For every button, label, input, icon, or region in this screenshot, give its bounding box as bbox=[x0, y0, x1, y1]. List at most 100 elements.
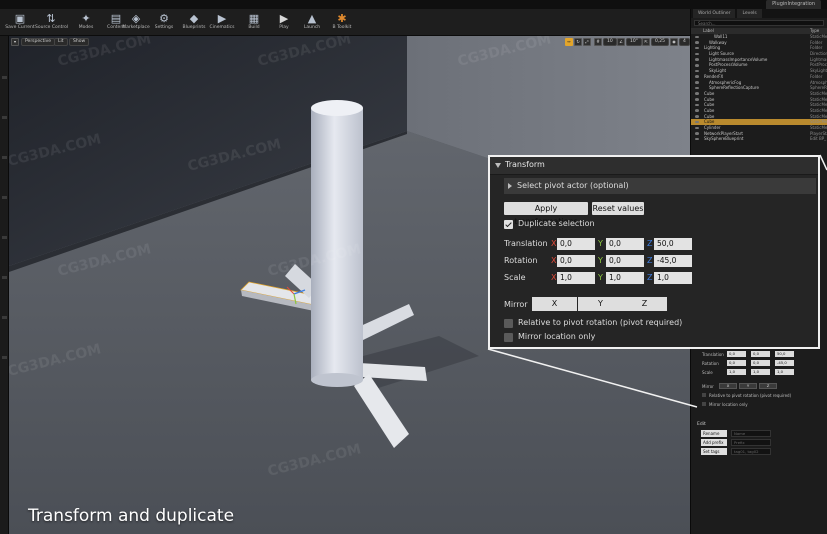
translation-z-axis: Z bbox=[647, 239, 653, 248]
mini-rotation-x[interactable]: 0,0 bbox=[727, 360, 746, 366]
show-dropdown[interactable]: Show bbox=[69, 38, 90, 46]
camera-speed-icon[interactable]: ◉ bbox=[670, 38, 678, 46]
duplicate-selection-checkbox[interactable] bbox=[504, 220, 513, 229]
rotation-z-field[interactable]: -45,0 bbox=[654, 255, 692, 267]
rotation-y-field[interactable]: 0,0 bbox=[606, 255, 644, 267]
mini-scale-z[interactable]: 1,0 bbox=[775, 369, 794, 375]
toolbar-button-b-toolkit[interactable]: ✱ B Toolkit bbox=[326, 11, 358, 35]
scale-snap-icon[interactable]: ⇱ bbox=[642, 38, 650, 46]
mini-rotation-z[interactable]: -45,0 bbox=[775, 360, 794, 366]
rotation-y-axis: Y bbox=[598, 256, 603, 265]
visibility-eye-icon[interactable] bbox=[695, 46, 699, 50]
visibility-eye-icon[interactable] bbox=[695, 132, 699, 135]
mini-rotation-y[interactable]: 0,0 bbox=[751, 360, 770, 366]
grid-snap-icon[interactable]: # bbox=[594, 38, 602, 46]
mini-translation-z[interactable]: 50,0 bbox=[775, 351, 794, 357]
translation-z-field[interactable]: 50,0 bbox=[654, 238, 692, 250]
visibility-eye-icon[interactable] bbox=[695, 103, 699, 107]
translation-y-field[interactable]: 0,0 bbox=[606, 238, 644, 250]
mini-translation-label: Translation bbox=[702, 352, 724, 357]
scale-z-field[interactable]: 1,0 bbox=[654, 272, 692, 284]
toolbar-button-build[interactable]: ▦ Build bbox=[238, 11, 270, 35]
mini-translation-y[interactable]: 0,0 bbox=[751, 351, 770, 357]
reset-values-button[interactable]: Reset values bbox=[592, 202, 644, 215]
mini-mirror-location-checkbox[interactable] bbox=[702, 402, 706, 406]
rotation-x-field[interactable]: 0,0 bbox=[557, 255, 595, 267]
visibility-eye-icon[interactable] bbox=[695, 109, 699, 113]
pivot-actor-selector[interactable]: Select pivot actor (optional) bbox=[504, 178, 816, 194]
visibility-eye-icon[interactable] bbox=[695, 41, 699, 44]
toolbar-button-modes[interactable]: ✦ Modes bbox=[70, 11, 102, 35]
rotate-tool-icon[interactable]: ↻ bbox=[574, 38, 582, 46]
scale-z-axis: Z bbox=[647, 273, 653, 282]
viewport-options-icon[interactable]: ▾ bbox=[11, 38, 19, 46]
visibility-eye-icon[interactable] bbox=[695, 120, 699, 124]
outliner-row[interactable]: SkySphereBlueprint Edit BP_ bbox=[691, 136, 827, 142]
mirror-z-button[interactable]: Z bbox=[622, 297, 667, 311]
mirror-location-only-checkbox[interactable] bbox=[504, 333, 513, 342]
visibility-eye-icon[interactable] bbox=[695, 63, 699, 67]
mini-relative-checkbox[interactable] bbox=[702, 393, 706, 397]
tab-world-outliner[interactable]: World Outliner bbox=[693, 9, 736, 18]
visibility-eye-icon[interactable] bbox=[695, 137, 699, 141]
visibility-eye-icon[interactable] bbox=[695, 81, 699, 84]
mini-mirror-x-button[interactable]: X bbox=[719, 383, 737, 389]
mini-scale-x[interactable]: 1,0 bbox=[727, 369, 746, 375]
marketplace-icon: ◈ bbox=[131, 12, 141, 25]
tags-input[interactable]: tag01, tag02 bbox=[731, 448, 771, 455]
toolbar-button-source-control[interactable]: ⇅ Source Control bbox=[35, 11, 68, 35]
visibility-eye-icon[interactable] bbox=[695, 126, 699, 130]
left-dock-strip bbox=[0, 36, 9, 534]
toolbar-button-cinematics[interactable]: ▶ Cinematics bbox=[206, 11, 238, 35]
rotation-snap-value[interactable]: 10° bbox=[626, 38, 642, 46]
relative-pivot-rotation-label: Relative to pivot rotation (pivot requir… bbox=[518, 318, 683, 327]
cinematics-icon: ▶ bbox=[217, 12, 227, 25]
toolbar-button-launch[interactable]: ▲ Launch bbox=[296, 11, 328, 35]
tab-levels[interactable]: Levels bbox=[737, 9, 762, 18]
translate-tool-icon[interactable]: ↔ bbox=[565, 38, 573, 46]
scale-snap-value[interactable]: 0,25 bbox=[651, 38, 670, 46]
mini-translation-x[interactable]: 0,0 bbox=[727, 351, 746, 357]
add-prefix-row: Add prefix Prefix bbox=[691, 438, 827, 447]
grid-snap-value[interactable]: 10 bbox=[603, 38, 617, 46]
apply-transformations-button[interactable]: Apply transformations bbox=[504, 202, 588, 226]
mini-mirror-z-button[interactable]: Z bbox=[759, 383, 777, 389]
visibility-eye-icon[interactable] bbox=[695, 52, 699, 56]
rename-button[interactable]: Rename bbox=[701, 430, 727, 437]
rotation-z-axis: Z bbox=[647, 256, 653, 265]
scale-tool-icon[interactable]: ⤢ bbox=[583, 38, 591, 46]
scale-y-field[interactable]: 1,0 bbox=[606, 272, 644, 284]
rotation-snap-icon[interactable]: ∠ bbox=[617, 38, 625, 46]
relative-pivot-rotation-checkbox[interactable] bbox=[504, 319, 513, 328]
perspective-dropdown[interactable]: Perspective bbox=[21, 38, 56, 46]
translation-y-axis: Y bbox=[598, 239, 603, 248]
edit-section-title[interactable]: Edit bbox=[691, 421, 827, 429]
visibility-eye-icon[interactable] bbox=[695, 69, 699, 73]
scale-x-field[interactable]: 1,0 bbox=[557, 272, 595, 284]
outliner-search-input[interactable]: Search... bbox=[694, 20, 824, 26]
mini-scale-y[interactable]: 1,0 bbox=[751, 369, 770, 375]
visibility-eye-icon[interactable] bbox=[695, 58, 699, 61]
toolbar-button-save-current[interactable]: ▣ Save Current bbox=[4, 11, 36, 35]
lit-dropdown[interactable]: Lit bbox=[54, 38, 68, 46]
visibility-eye-icon[interactable] bbox=[695, 115, 699, 118]
mini-mirror-y-button[interactable]: Y bbox=[739, 383, 757, 389]
rename-input[interactable]: Name bbox=[731, 430, 771, 437]
prefix-input[interactable]: Prefix bbox=[731, 439, 771, 446]
mirror-x-button[interactable]: X bbox=[532, 297, 577, 311]
add-prefix-button[interactable]: Add prefix bbox=[701, 439, 727, 446]
collapse-arrow-icon[interactable] bbox=[495, 163, 501, 168]
visibility-eye-icon[interactable] bbox=[695, 35, 699, 39]
transform-section-header[interactable]: Transform bbox=[490, 157, 818, 175]
visibility-eye-icon[interactable] bbox=[695, 75, 699, 78]
toolbar-button-settings[interactable]: ⚙ Settings bbox=[148, 11, 180, 35]
visibility-eye-icon[interactable] bbox=[695, 86, 699, 90]
mirror-y-button[interactable]: Y bbox=[578, 297, 623, 311]
visibility-eye-icon[interactable] bbox=[695, 98, 699, 101]
set-tags-button[interactable]: Set tags bbox=[701, 448, 727, 455]
translation-x-field[interactable]: 0,0 bbox=[557, 238, 595, 250]
visibility-eye-icon[interactable] bbox=[695, 92, 699, 95]
camera-speed-value[interactable]: 4 bbox=[679, 38, 690, 46]
project-tab[interactable]: PluginIntegration bbox=[766, 0, 821, 9]
expand-arrow-icon[interactable] bbox=[508, 183, 512, 189]
